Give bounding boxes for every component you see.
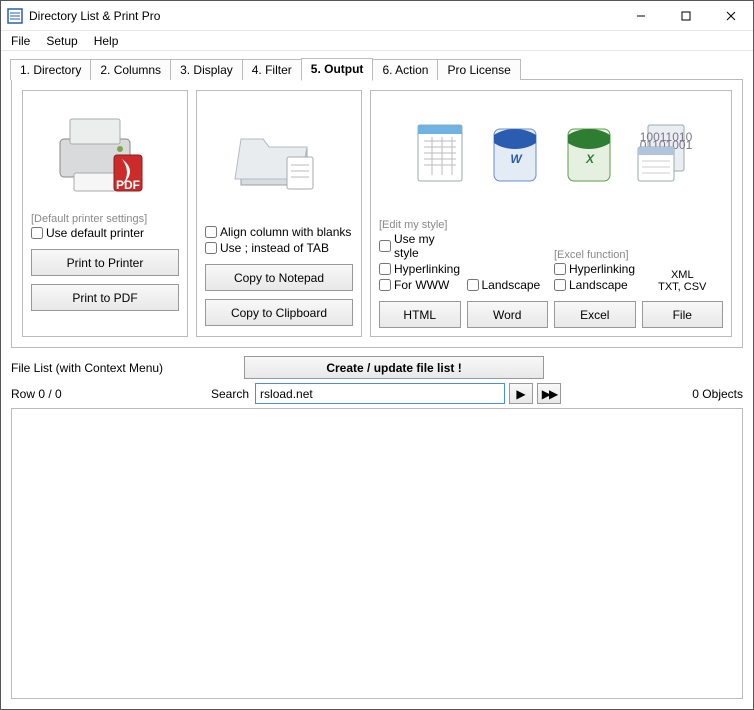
file-list[interactable] bbox=[11, 408, 743, 699]
default-printer-hint: [Default printer settings] bbox=[31, 213, 147, 225]
chk-excel-landscape[interactable]: Landscape bbox=[554, 278, 628, 292]
btn-export-excel[interactable]: Excel bbox=[554, 301, 636, 328]
search-fast-button[interactable]: ▶▶ bbox=[537, 383, 561, 404]
panel-export: W X 10011010 01101001 bbox=[370, 90, 732, 337]
excel-icon: X bbox=[558, 119, 618, 189]
btn-copy-clipboard[interactable]: Copy to Clipboard bbox=[205, 299, 353, 326]
folder-notepad-icon bbox=[229, 109, 329, 199]
btn-print-to-pdf[interactable]: Print to PDF bbox=[31, 284, 179, 311]
file-xml-label: XML bbox=[671, 269, 694, 281]
file-txt-label: TXT, CSV bbox=[658, 281, 706, 293]
search-next-button[interactable]: ▶ bbox=[509, 383, 533, 404]
btn-export-file[interactable]: File bbox=[642, 301, 724, 328]
svg-text:PDF: PDF bbox=[116, 178, 140, 192]
app-icon bbox=[7, 8, 23, 24]
search-input[interactable] bbox=[255, 383, 505, 404]
chk-word-landscape[interactable]: Landscape bbox=[467, 278, 541, 292]
tab-pro-license[interactable]: Pro License bbox=[437, 59, 520, 80]
chk-for-www[interactable]: For WWW bbox=[379, 278, 449, 292]
btn-create-update-list[interactable]: Create / update file list ! bbox=[244, 356, 544, 379]
tab-output[interactable]: 5. Output bbox=[301, 58, 374, 81]
fast-forward-icon: ▶▶ bbox=[542, 387, 556, 401]
tab-filter[interactable]: 4. Filter bbox=[242, 59, 302, 80]
tab-display[interactable]: 3. Display bbox=[170, 59, 243, 80]
tab-directory[interactable]: 1. Directory bbox=[10, 59, 91, 80]
row-count: Row 0 / 0 bbox=[11, 387, 211, 401]
maximize-button[interactable] bbox=[663, 1, 708, 31]
window-title: Directory List & Print Pro bbox=[29, 9, 618, 23]
excel-function-hint: [Excel function] bbox=[554, 249, 629, 261]
play-icon: ▶ bbox=[516, 387, 525, 401]
search-label: Search bbox=[211, 387, 249, 401]
chk-semicolon[interactable]: Use ; instead of TAB bbox=[205, 241, 329, 255]
html-icon bbox=[410, 119, 470, 189]
objects-count: 0 Objects bbox=[692, 387, 743, 401]
minimize-button[interactable] bbox=[618, 1, 663, 31]
chk-excel-hyperlink[interactable]: Hyperlinking bbox=[554, 262, 635, 276]
svg-text:X: X bbox=[585, 152, 595, 166]
chk-use-default-printer[interactable]: Use default printer bbox=[31, 226, 144, 240]
btn-export-html[interactable]: HTML bbox=[379, 301, 461, 328]
tab-columns[interactable]: 2. Columns bbox=[90, 59, 171, 80]
btn-print-to-printer[interactable]: Print to Printer bbox=[31, 249, 179, 276]
chk-use-my-style[interactable]: Use my style bbox=[379, 232, 461, 260]
panel-clipboard: Align column with blanks Use ; instead o… bbox=[196, 90, 362, 337]
file-list-label: File List (with Context Menu) bbox=[11, 361, 163, 375]
menu-setup[interactable]: Setup bbox=[38, 32, 85, 50]
menu-file[interactable]: File bbox=[3, 32, 38, 50]
menu-help[interactable]: Help bbox=[86, 32, 127, 50]
file-icon: 10011010 01101001 bbox=[632, 119, 692, 189]
chk-align-blanks[interactable]: Align column with blanks bbox=[205, 225, 351, 239]
btn-export-word[interactable]: Word bbox=[467, 301, 549, 328]
svg-text:W: W bbox=[510, 152, 523, 166]
tab-action[interactable]: 6. Action bbox=[372, 59, 438, 80]
panel-print: PDF [Default printer settings] Use defau… bbox=[22, 90, 188, 337]
output-area: PDF [Default printer settings] Use defau… bbox=[11, 79, 743, 348]
close-button[interactable] bbox=[708, 1, 753, 31]
edit-style-hint: [Edit my style] bbox=[379, 219, 447, 231]
word-icon: W bbox=[484, 119, 544, 189]
btn-copy-notepad[interactable]: Copy to Notepad bbox=[205, 264, 353, 291]
printer-pdf-icon: PDF bbox=[50, 109, 160, 199]
chk-html-hyperlink[interactable]: Hyperlinking bbox=[379, 262, 460, 276]
